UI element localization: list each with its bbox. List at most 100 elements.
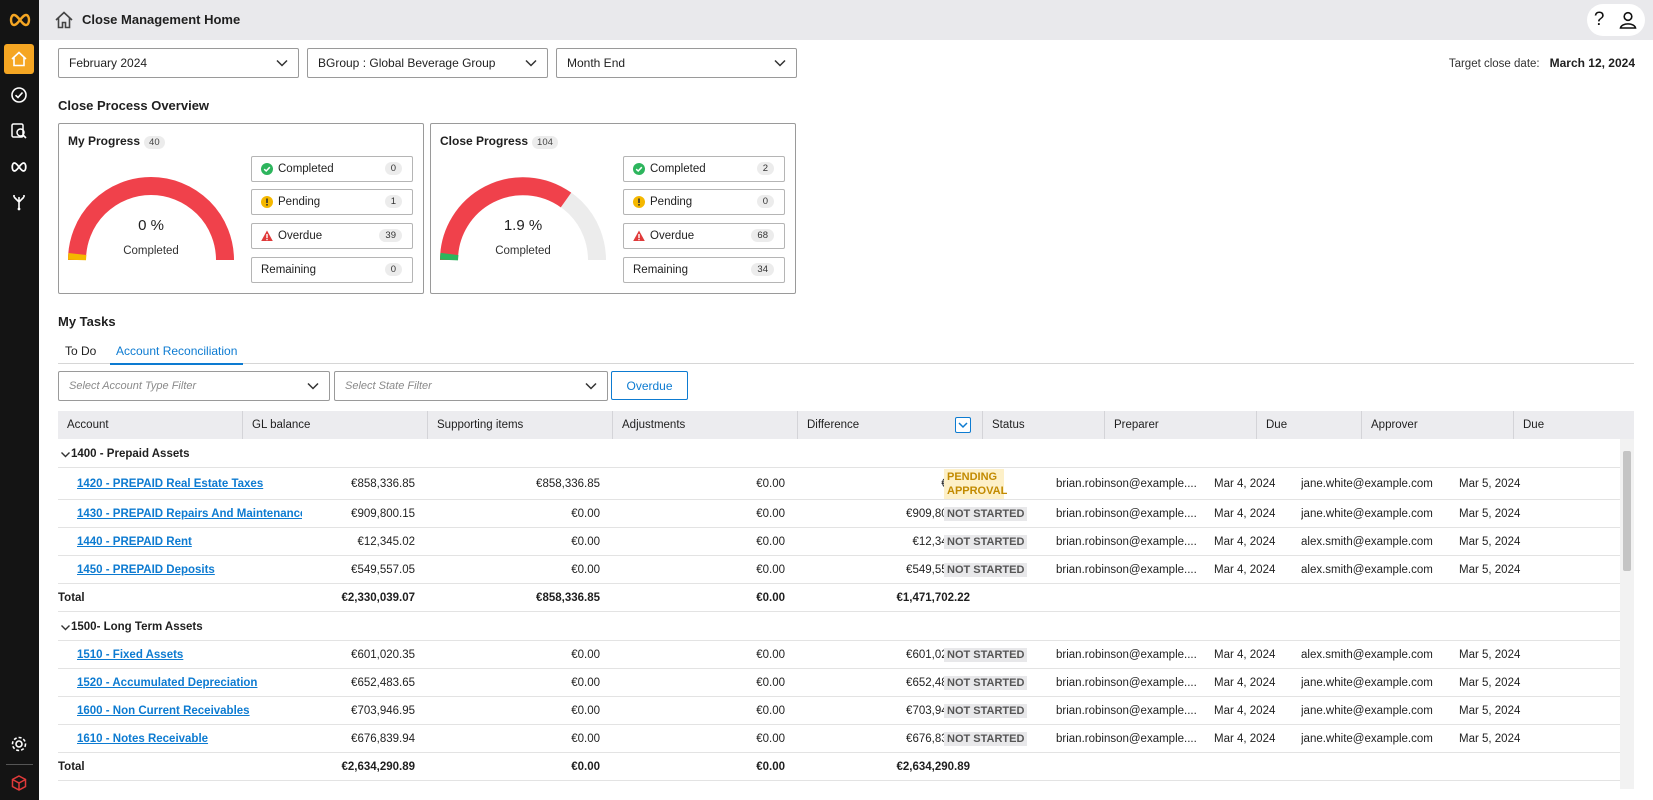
chevron-down-icon [525, 59, 537, 67]
total-supporting: €858,336.85 [536, 591, 600, 604]
home-nav-button[interactable] [4, 44, 34, 74]
tab-to-do[interactable]: To Do [59, 344, 102, 363]
target-close-date: Target close date: March 12, 2024 [1449, 56, 1635, 70]
col-approver[interactable]: Approver [1362, 411, 1514, 439]
col-due[interactable]: Due [1257, 411, 1362, 439]
preparer-cell: brian.robinson@example.... [1056, 732, 1196, 745]
group-header-row[interactable]: 1500- Long Term Assets [58, 612, 1620, 641]
group-label: 1400 - Prepaid Assets [71, 448, 190, 460]
infinity-logo-icon[interactable] [0, 0, 39, 40]
supporting-cell: €0.00 [571, 704, 600, 717]
table-header: Account GL balance Supporting items Adju… [58, 411, 1634, 439]
supporting-cell: €0.00 [571, 563, 600, 576]
stat-count: 0 [384, 162, 402, 175]
chevron-down-icon [276, 59, 288, 67]
my-tasks-title: My Tasks [58, 314, 116, 329]
stat-remaining[interactable]: Remaining 34 [623, 257, 785, 283]
count-pill: 104 [532, 136, 558, 149]
gl-cell: €703,946.95 [351, 704, 415, 717]
user-icon[interactable] [1618, 10, 1638, 30]
account-type-filter[interactable]: Select Account Type Filter [58, 371, 330, 401]
status-cell: NOT STARTED [944, 528, 1054, 555]
table-row[interactable]: 1600 - Non Current Receivables €703,946.9… [58, 697, 1620, 725]
adjustments-cell: €0.00 [756, 704, 785, 717]
task-tabs: To Do Account Reconciliation [58, 344, 1634, 365]
col-gl-balance[interactable]: GL balance [243, 411, 428, 439]
group-header-row[interactable]: 1400 - Prepaid Assets [58, 439, 1620, 468]
integrations-nav-button[interactable] [4, 152, 34, 182]
stat-label: Overdue [278, 230, 323, 242]
stat-overdue[interactable]: Overdue 39 [251, 223, 413, 249]
col-account[interactable]: Account [58, 411, 243, 439]
due-cell: Mar 4, 2024 [1214, 535, 1276, 548]
adjustments-cell: €0.00 [756, 648, 785, 661]
target-value: March 12, 2024 [1549, 56, 1635, 70]
target-label: Target close date: [1448, 58, 1540, 70]
stat-label: Pending [650, 196, 693, 208]
cube-icon [11, 775, 27, 791]
table-row[interactable]: 1430 - PREPAID Repairs And Maintenance €9… [58, 500, 1620, 528]
review-nav-button[interactable] [4, 116, 34, 146]
stat-label: Pending [278, 196, 321, 208]
total-label: Total [58, 591, 85, 604]
chevron-down-icon [958, 422, 968, 429]
account-type-placeholder: Select Account Type Filter [69, 380, 197, 392]
page-title: Close Management Home [82, 12, 241, 27]
workflow-nav-button[interactable] [4, 187, 34, 217]
stat-completed[interactable]: Completed 0 [251, 156, 413, 182]
due-approver-cell: Mar 5, 2024 [1459, 507, 1521, 520]
table-row[interactable]: 1420 - PREPAID Real Estate Taxes €858,336… [58, 468, 1620, 500]
col-status[interactable]: Status [983, 411, 1105, 439]
home-breadcrumb-icon[interactable] [53, 9, 75, 31]
warning-triangle-icon [633, 230, 645, 242]
supporting-cell: €0.00 [571, 732, 600, 745]
status-badge: NOT STARTED [944, 675, 1028, 690]
table-row[interactable]: 1510 - Fixed Assets €601,020.35 €0.00 €0.00… [58, 641, 1620, 669]
period-select[interactable]: February 2024 [58, 48, 299, 78]
table-row[interactable]: 1440 - PREPAID Rent €12,345.02 €0.00 €0.00 €… [58, 528, 1620, 556]
rail-divider [6, 764, 33, 765]
home-icon [11, 51, 27, 67]
col-supporting-items[interactable]: Supporting items [428, 411, 613, 439]
stat-pending[interactable]: Pending 0 [623, 189, 785, 215]
tasks-nav-button[interactable] [4, 80, 34, 110]
adjustments-cell: €0.00 [756, 732, 785, 745]
state-filter[interactable]: Select State Filter [334, 371, 608, 401]
total-gl: €2,634,290.89 [341, 760, 415, 773]
close-progress-label: Completed [495, 245, 551, 257]
table-row[interactable]: 1610 - Notes Receivable €676,839.94 €0.00 €… [58, 725, 1620, 753]
settings-nav-button[interactable] [4, 729, 34, 759]
period-value: February 2024 [69, 56, 148, 70]
chevron-down-icon[interactable] [60, 449, 71, 460]
infinity-icon [11, 162, 27, 172]
close-progress-title: Close Progress 104 [440, 134, 558, 149]
stat-completed[interactable]: Completed 2 [623, 156, 785, 182]
product-nav-button[interactable] [4, 768, 34, 798]
overdue-filter-button[interactable]: Overdue [611, 371, 688, 400]
tab-account-reconciliation[interactable]: Account Reconciliation [110, 344, 244, 365]
close-type-select[interactable]: Month End [556, 48, 797, 78]
scrollbar-thumb[interactable] [1623, 451, 1631, 571]
stat-count: 39 [379, 229, 402, 242]
header-actions: ? [1587, 4, 1645, 36]
vertical-scrollbar[interactable] [1620, 439, 1634, 789]
entity-select[interactable]: BGroup : Global Beverage Group [307, 48, 548, 78]
due-cell: Mar 4, 2024 [1214, 732, 1276, 745]
stat-overdue[interactable]: Overdue 68 [623, 223, 785, 249]
stat-pending[interactable]: Pending 1 [251, 189, 413, 215]
col-adjustments[interactable]: Adjustments [613, 411, 798, 439]
adjustments-cell: €0.00 [756, 477, 785, 490]
table-row[interactable]: 1450 - PREPAID Deposits €549,557.05 €0.00 €… [58, 556, 1620, 584]
preparer-cell: brian.robinson@example.... [1056, 477, 1196, 490]
gl-cell: €652,483.65 [351, 676, 415, 689]
col-due-approver[interactable]: Due [1514, 411, 1634, 439]
stat-remaining[interactable]: Remaining 0 [251, 257, 413, 283]
table-row[interactable]: 1520 - Accumulated Depreciation €652,483.… [58, 669, 1620, 697]
check-circle-icon [11, 87, 27, 103]
help-icon[interactable]: ? [1594, 9, 1605, 31]
chevron-down-icon[interactable] [60, 622, 71, 633]
sort-dropdown-button[interactable] [955, 417, 971, 433]
col-preparer[interactable]: Preparer [1105, 411, 1257, 439]
status-cell: NOT STARTED [944, 697, 1054, 724]
status-badge: NOT STARTED [944, 703, 1028, 718]
